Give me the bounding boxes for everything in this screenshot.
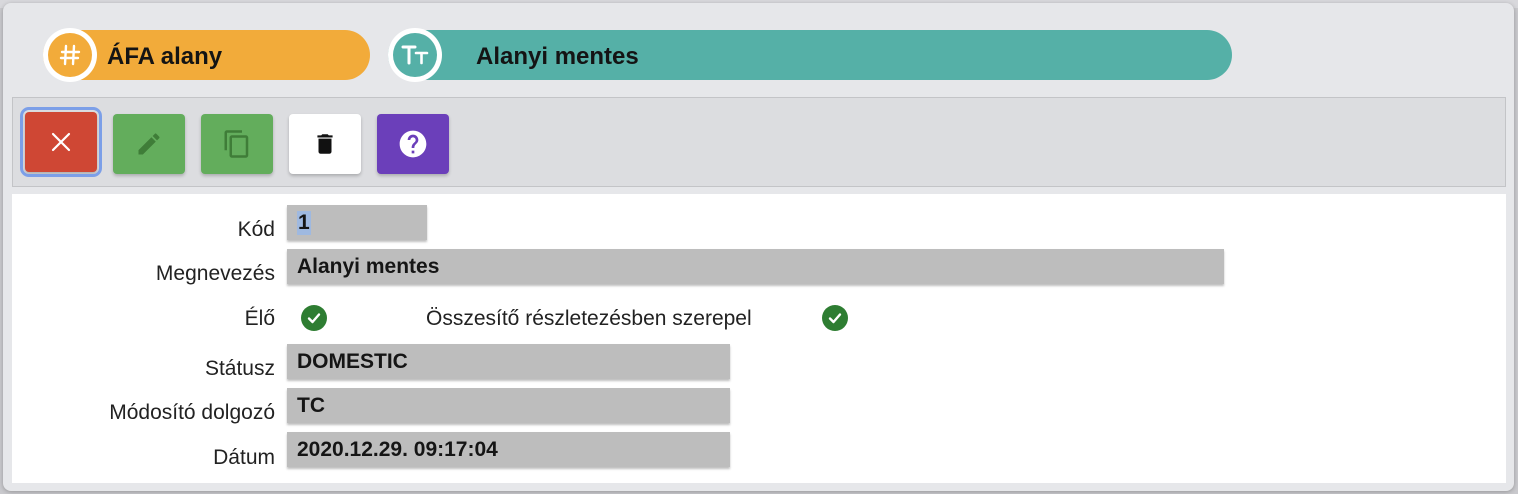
record-form: Kód 1 Megnevezés Alanyi mentes Élő Össze…	[12, 194, 1506, 483]
record-name-title: Alanyi mentes	[476, 43, 639, 70]
kod-value: 1	[297, 210, 311, 235]
statusz-field[interactable]: DOMESTIC	[287, 344, 730, 379]
megnevezes-field[interactable]: Alanyi mentes	[287, 249, 1224, 284]
kod-label: Kód	[237, 218, 275, 241]
edit-button[interactable]	[113, 114, 185, 174]
datum-field[interactable]: 2020.12.29. 09:17:04	[287, 432, 730, 467]
megnevezes-label: Megnevezés	[155, 262, 275, 285]
text-type-icon	[388, 28, 442, 82]
copy-button[interactable]	[201, 114, 273, 174]
delete-button[interactable]	[289, 114, 361, 174]
osszesito-label: Összesítő részletezésben szerepel	[426, 307, 752, 330]
code-pill: ÁFA alany	[43, 28, 370, 82]
pencil-icon	[138, 133, 160, 155]
check-icon	[307, 313, 321, 324]
entity-title: ÁFA alany	[107, 43, 223, 70]
hash-icon	[43, 28, 97, 82]
close-button[interactable]	[20, 107, 102, 177]
action-toolbar	[12, 97, 1506, 187]
elo-checkbox[interactable]	[301, 305, 327, 331]
elo-label: Élő	[244, 307, 275, 330]
name-pill: Alanyi mentes	[388, 28, 1232, 82]
trash-icon	[317, 134, 333, 154]
modosito-field[interactable]: TC	[287, 388, 730, 423]
modosito-label: Módosító dolgozó	[109, 401, 275, 424]
kod-field[interactable]: 1	[287, 205, 427, 240]
help-button[interactable]	[377, 114, 449, 174]
statusz-label: Státusz	[204, 357, 275, 380]
check-icon	[828, 313, 842, 324]
copy-icon	[224, 130, 249, 158]
close-icon	[51, 132, 71, 152]
help-icon	[399, 130, 427, 158]
osszesito-checkbox[interactable]	[822, 305, 848, 331]
datum-label: Dátum	[213, 446, 275, 469]
record-dialog: ÁFA alany Alanyi mentes Kód 1 Megnevezés…	[3, 3, 1514, 491]
